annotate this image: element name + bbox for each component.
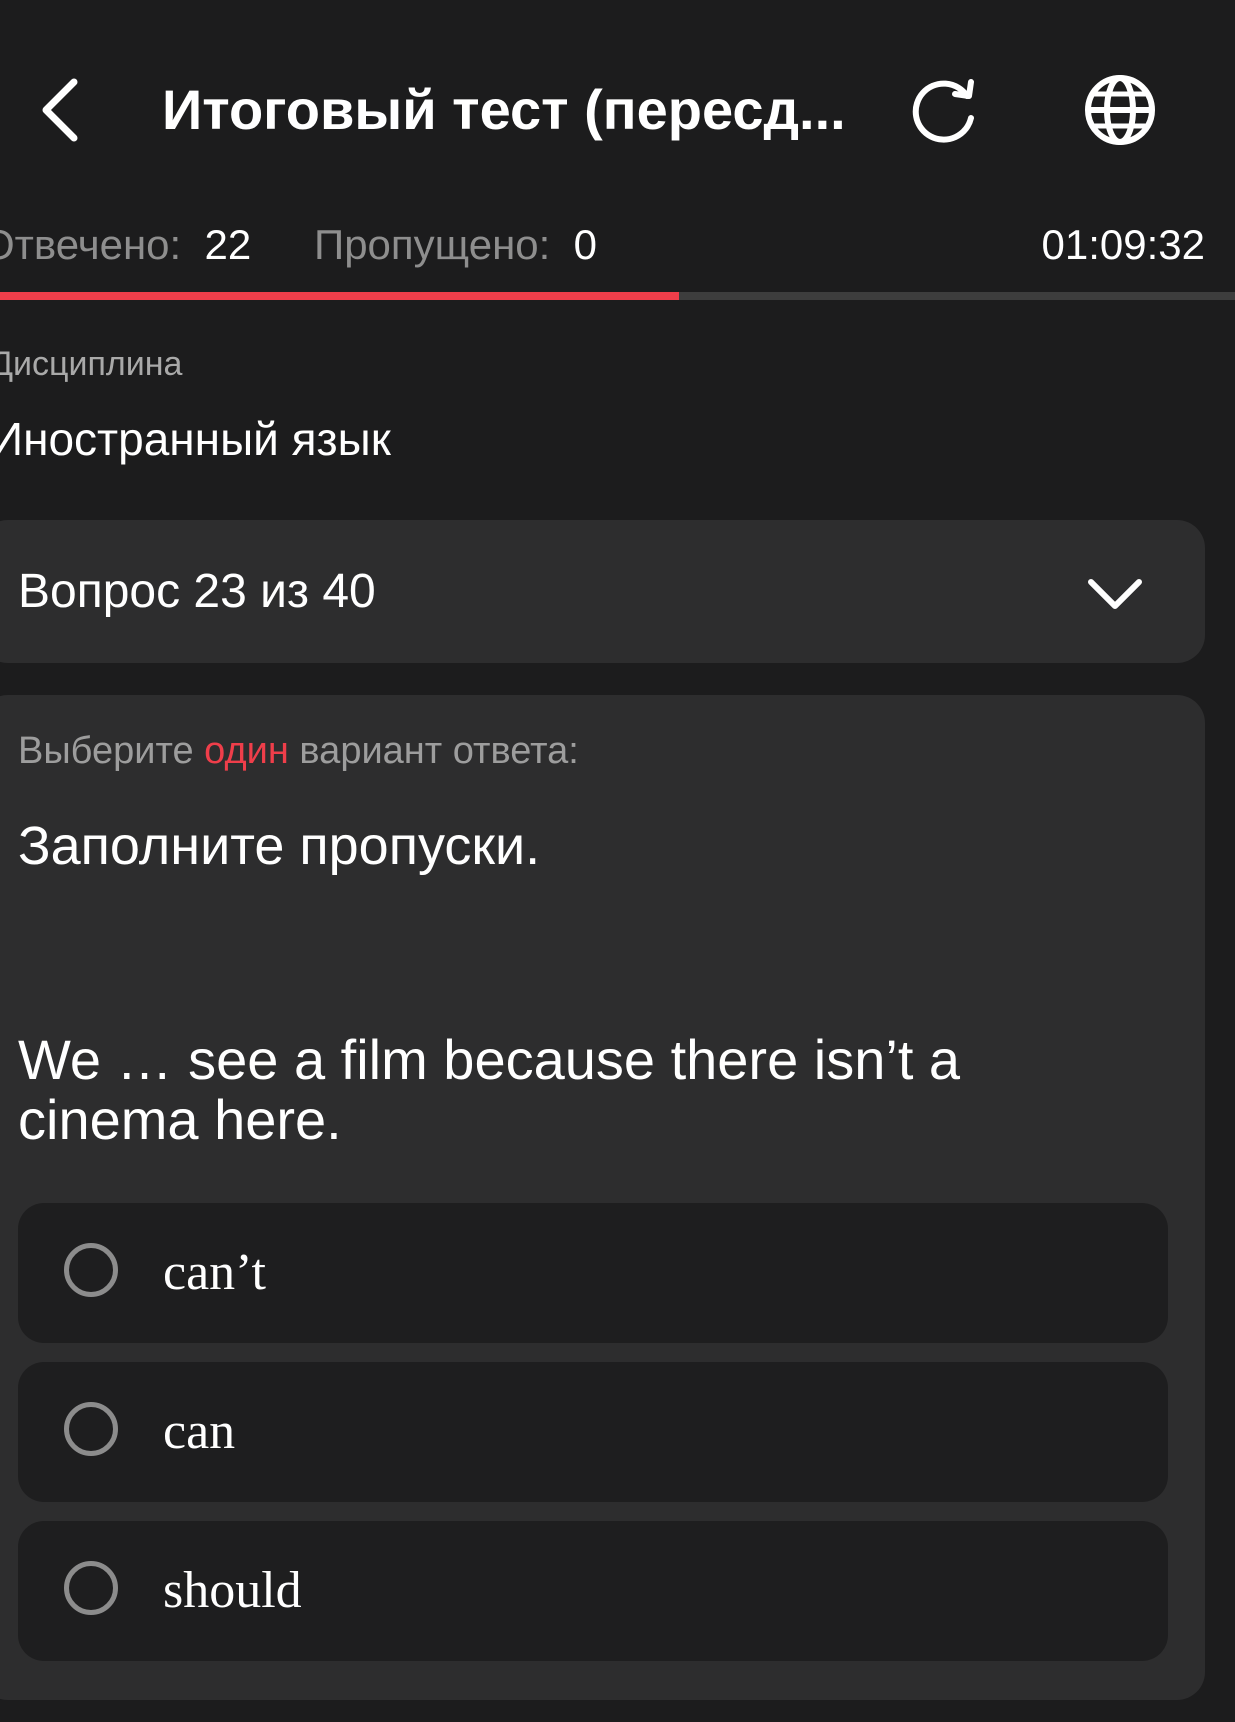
progress-bar [0,292,1235,300]
instruction-accent: один [204,730,289,772]
question-number: Вопрос 23 из 40 [18,565,376,618]
instruction-prefix: Выберите [18,730,194,772]
answer-instruction: Выберите один вариант ответа: [18,730,579,773]
test-stats: Отвечено: 22 Пропущено: 0 01:09:32 [0,215,1235,275]
discipline-label: Дисциплина [0,345,183,383]
chevron-down-icon [1088,579,1142,609]
answered-counter: Отвечено: 22 [0,215,251,275]
top-bar: Итоговый тест (пересд... [0,0,1235,220]
progress-fill [0,292,680,300]
globe-icon [1085,75,1155,145]
question-text: We … see a film because there isn’t a ci… [18,1028,961,1151]
reload-icon [912,79,974,143]
radio-button[interactable] [64,1561,118,1615]
question-heading: Заполните пропуски. [18,816,541,876]
question-card: Выберите один вариант ответа: Заполните … [0,695,1205,1700]
question-selector-dropdown[interactable]: Вопрос 23 из 40 [0,520,1205,663]
skipped-label: Пропущено: [314,221,551,268]
discipline-value: Иностранный язык [0,413,391,465]
radio-button[interactable] [64,1402,118,1456]
answer-option-label: should [163,1562,302,1619]
answer-option-label: can’t [163,1244,266,1301]
radio-button[interactable] [64,1243,118,1297]
back-button[interactable] [30,70,90,150]
instruction-suffix: вариант ответа: [299,730,579,772]
answer-option[interactable]: can’t [18,1203,1168,1343]
skipped-counter: Пропущено: 0 [314,215,597,275]
chevron-left-icon [42,78,78,142]
timer: 01:09:32 [1041,221,1206,268]
answer-option[interactable]: can [18,1362,1168,1502]
answer-option[interactable]: should [18,1521,1168,1661]
answered-value: 22 [204,221,252,268]
reload-button[interactable] [900,70,990,150]
answered-label: Отвечено: [0,221,182,268]
answer-option-label: can [163,1403,236,1460]
page-title: Итоговый тест (пересд... [162,78,846,141]
skipped-value: 0 [573,221,598,268]
language-button[interactable] [1075,65,1165,155]
